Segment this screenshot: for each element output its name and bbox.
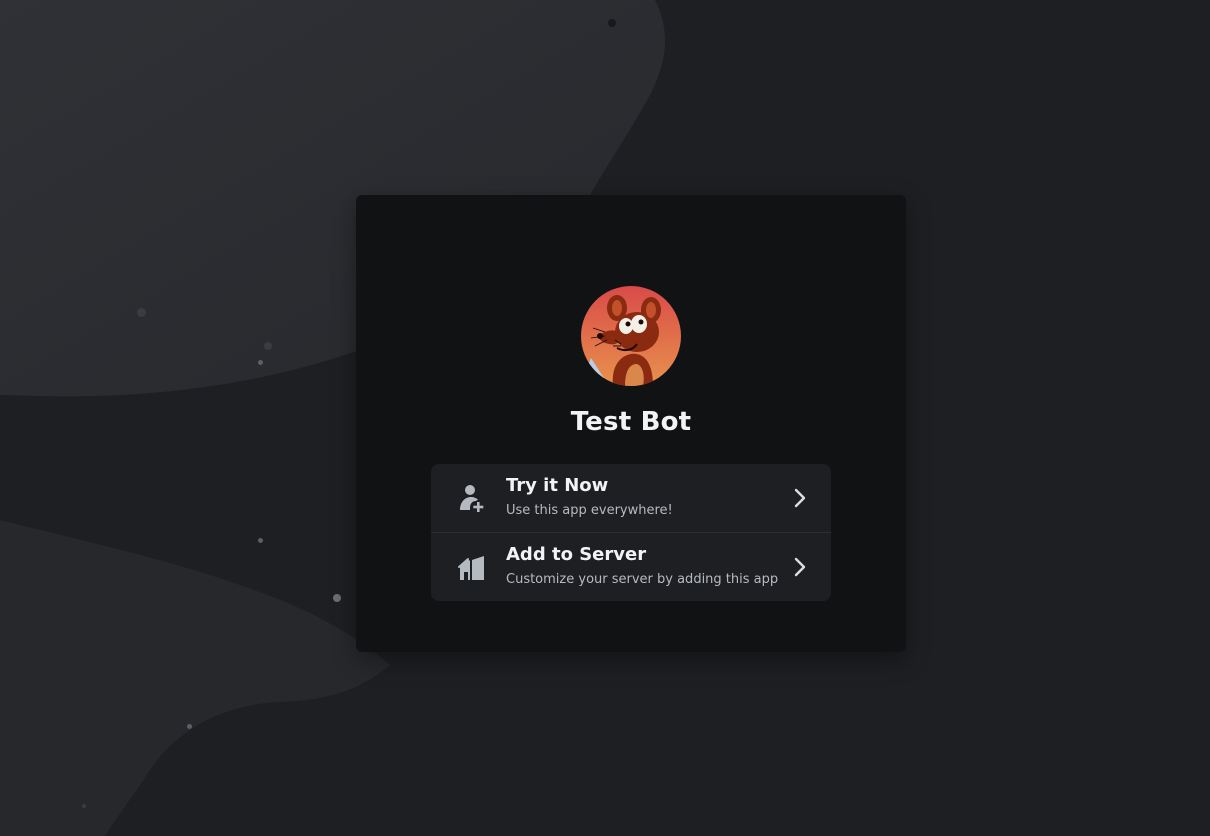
- background-dot: [264, 342, 272, 350]
- background-dot: [258, 538, 263, 543]
- server-add-icon: [458, 556, 484, 580]
- background-dot: [82, 804, 86, 808]
- user-plus-icon: [460, 485, 484, 512]
- authorize-card: Test Bot Try it Now Use this app everywh…: [356, 195, 906, 652]
- chevron-right-icon: [794, 488, 806, 508]
- app-avatar: [581, 286, 681, 386]
- background-dot: [608, 19, 616, 27]
- option-title: Try it Now: [506, 475, 609, 496]
- add-to-server-option[interactable]: Add to Server Customize your server by a…: [431, 532, 831, 601]
- background-dot: [137, 308, 146, 317]
- authorize-page: Test Bot Try it Now Use this app everywh…: [0, 0, 1210, 836]
- option-title: Add to Server: [506, 544, 647, 565]
- chevron-right-icon: [794, 557, 806, 577]
- option-subtitle: Customize your server by adding this app: [506, 572, 779, 587]
- try-it-now-option[interactable]: Try it Now Use this app everywhere!: [431, 464, 831, 532]
- mouse-cartoon-avatar-icon: [581, 286, 681, 386]
- background-dot: [333, 594, 341, 602]
- app-name: Test Bot: [570, 407, 692, 437]
- option-subtitle: Use this app everywhere!: [506, 503, 673, 518]
- background-dot: [258, 360, 263, 365]
- authorize-options: Try it Now Use this app everywhere! Add …: [431, 464, 831, 601]
- background-dot: [187, 724, 192, 729]
